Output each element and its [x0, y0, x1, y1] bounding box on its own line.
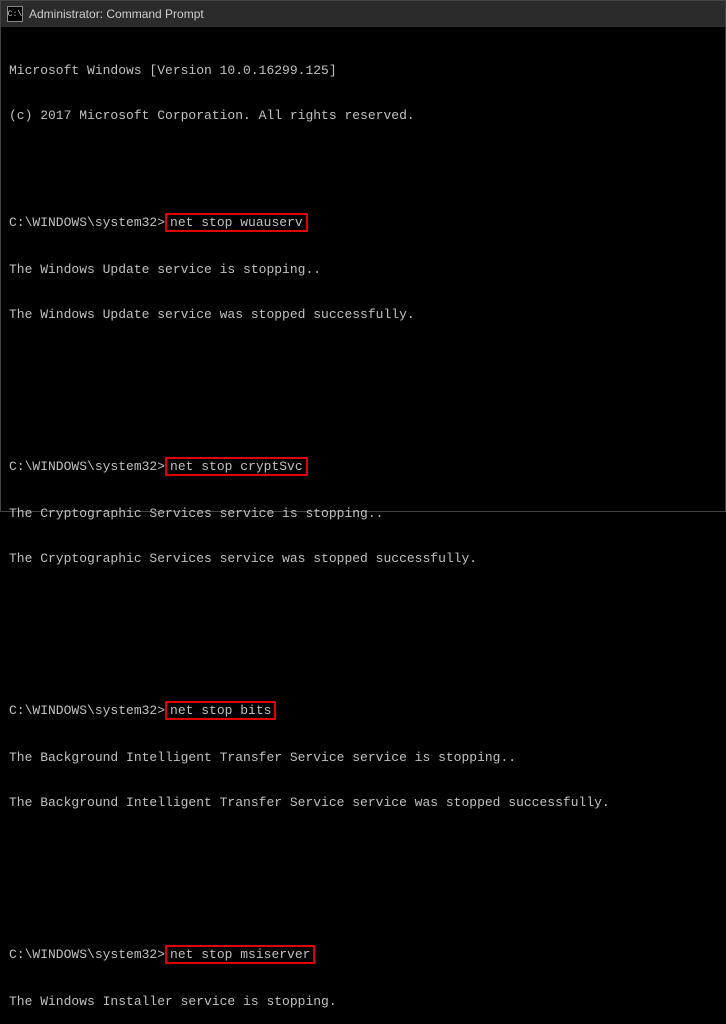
window-titlebar: C:\ Administrator: Command Prompt [1, 1, 725, 27]
blank-line [9, 596, 717, 611]
highlighted-command: net stop cryptSvc [165, 457, 308, 476]
highlighted-command: net stop wuauserv [165, 213, 308, 232]
output-line: The Windows Installer service is stoppin… [9, 994, 717, 1009]
cmd-line: C:\WINDOWS\system32>net stop msiserver [9, 945, 717, 964]
prompt: C:\WINDOWS\system32> [9, 215, 165, 230]
output-line: The Cryptographic Services service was s… [9, 551, 717, 566]
blank-line [9, 641, 717, 656]
output-line: The Windows Update service was stopped s… [9, 307, 717, 322]
cmd-icon: C:\ [7, 6, 23, 22]
cmd-line: C:\WINDOWS\system32>net stop wuauserv [9, 213, 717, 232]
blank-line [9, 840, 717, 855]
terminal-output[interactable]: Microsoft Windows [Version 10.0.16299.12… [1, 27, 725, 1024]
blank-line [9, 352, 717, 367]
highlighted-command: net stop bits [165, 701, 276, 720]
prompt: C:\WINDOWS\system32> [9, 947, 165, 962]
blank-line [9, 885, 717, 900]
output-line: The Windows Update service is stopping.. [9, 262, 717, 277]
highlighted-command: net stop msiserver [165, 945, 315, 964]
blank-line [9, 397, 717, 412]
version-line: Microsoft Windows [Version 10.0.16299.12… [9, 63, 717, 78]
blank-line [9, 153, 717, 168]
output-line: The Cryptographic Services service is st… [9, 506, 717, 521]
cmd-line: C:\WINDOWS\system32>net stop bits [9, 701, 717, 720]
prompt: C:\WINDOWS\system32> [9, 459, 165, 474]
copyright-line: (c) 2017 Microsoft Corporation. All righ… [9, 108, 717, 123]
window-title: Administrator: Command Prompt [29, 7, 204, 21]
output-line: The Background Intelligent Transfer Serv… [9, 750, 717, 765]
output-line: The Background Intelligent Transfer Serv… [9, 795, 717, 810]
cmd-line: C:\WINDOWS\system32>net stop cryptSvc [9, 457, 717, 476]
prompt: C:\WINDOWS\system32> [9, 703, 165, 718]
